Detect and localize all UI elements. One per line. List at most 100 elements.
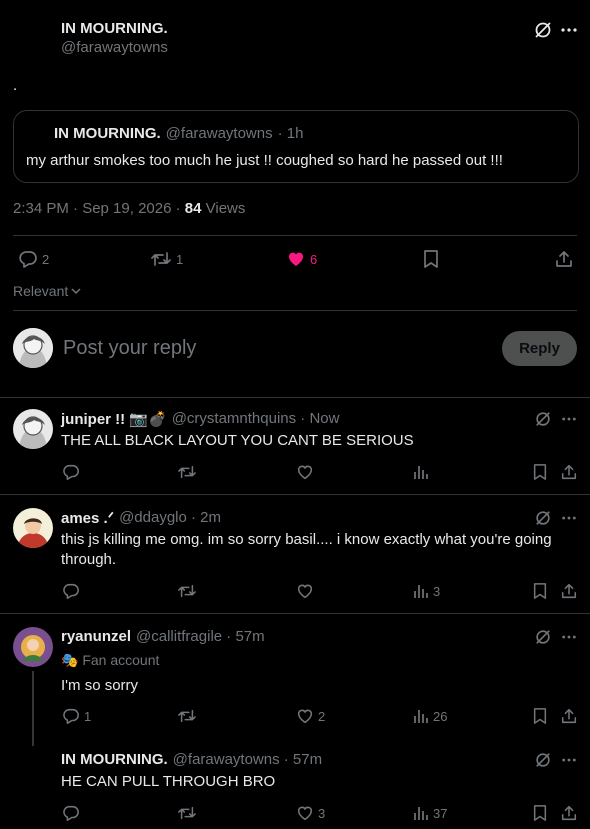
reply-action-bar (0, 463, 590, 485)
reply-text: I'm so sorry (61, 677, 139, 694)
like-button[interactable] (296, 582, 318, 600)
retweet-icon (151, 252, 171, 266)
reply-action-bar: 1 2 26 (0, 707, 590, 729)
reply-icon (63, 583, 79, 599)
grok-icon[interactable] (534, 628, 552, 646)
share-button[interactable] (560, 804, 578, 822)
bookmark-button[interactable] (532, 707, 548, 725)
reply-author-handle[interactable]: @farawaytowns · 57m (173, 751, 322, 768)
more-icon[interactable] (560, 20, 578, 40)
reply-author-name[interactable]: IN MOURNING. (61, 751, 168, 768)
views-button[interactable]: 37 (413, 804, 447, 822)
fan-account-badge: 🎭 Fan account (61, 652, 160, 668)
reply-icon (19, 251, 37, 268)
avatar[interactable] (13, 508, 53, 548)
heart-icon (297, 709, 313, 724)
divider (0, 494, 590, 495)
main-action-bar: 2 1 6 (0, 249, 590, 271)
bookmark-button[interactable] (532, 582, 548, 600)
reply-author-name[interactable]: juniper !! 📷💣 (61, 410, 167, 428)
share-icon (561, 805, 577, 821)
share-button[interactable] (554, 249, 574, 269)
quoted-time: · 1h (277, 125, 304, 142)
reply-author-handle[interactable]: @ddayglo · 2m (119, 509, 221, 527)
bookmark-button[interactable] (532, 804, 548, 822)
views-icon (414, 807, 428, 820)
reply-button[interactable]: 1 (62, 707, 91, 725)
quoted-tweet-card[interactable]: IN MOURNING. @farawaytowns · 1h my arthu… (13, 110, 579, 183)
reply-author-name[interactable]: ames .ᐟ (61, 509, 114, 527)
more-icon[interactable] (561, 509, 577, 527)
avatar[interactable] (13, 627, 53, 667)
views-count: 3 (433, 583, 441, 599)
like-button[interactable]: 6 (286, 249, 317, 269)
divider (0, 613, 590, 614)
timestamp[interactable]: 2:34 PM · Sep 19, 2026 · (13, 200, 185, 217)
reply-button[interactable] (62, 582, 84, 600)
reply-header: IN MOURNING. @farawaytowns · 57m (61, 751, 322, 768)
reply-action-bar: 3 (0, 582, 590, 604)
retweet-icon (178, 806, 196, 820)
views-button[interactable]: 3 (413, 582, 440, 600)
avatar[interactable] (13, 409, 53, 449)
main-tweet-text: . (13, 77, 18, 94)
share-button[interactable] (560, 707, 578, 725)
more-icon[interactable] (561, 410, 577, 428)
reply-input[interactable]: Post your reply (63, 337, 196, 360)
bookmark-button[interactable] (532, 463, 548, 481)
like-button[interactable]: 2 (296, 707, 325, 725)
sort-dropdown[interactable]: Relevant (13, 283, 82, 299)
quoted-author-name: IN MOURNING. (54, 125, 161, 142)
views-count: 84 (184, 200, 202, 217)
retweet-button[interactable] (177, 582, 201, 600)
share-button[interactable] (560, 463, 578, 481)
views-count: 26 (433, 708, 448, 724)
reply-count: 2 (42, 251, 50, 267)
reply-icon (63, 708, 79, 724)
reply-author-handle[interactable]: @callitfragile · 57m (136, 628, 265, 645)
reply-text: HE CAN PULL THROUGH BRO (61, 773, 276, 790)
share-icon (556, 251, 572, 267)
more-icon[interactable] (561, 751, 577, 769)
reply-button[interactable]: 2 (18, 249, 49, 269)
author-name[interactable]: IN MOURNING. (61, 20, 168, 37)
more-icon[interactable] (561, 628, 577, 646)
views-button[interactable] (413, 463, 433, 481)
retweet-button[interactable] (177, 463, 201, 481)
author-handle[interactable]: @farawaytowns (61, 39, 168, 56)
divider (13, 310, 577, 311)
heart-icon (288, 252, 304, 266)
reply-text: this js killing me omg. im so sorry basi… (61, 531, 552, 568)
share-button[interactable] (560, 582, 578, 600)
reply-author-handle[interactable]: @crystamnthquins · Now (172, 410, 340, 428)
main-tweet-author[interactable]: IN MOURNING. @farawaytowns (61, 20, 168, 56)
like-count: 2 (318, 708, 326, 724)
reply-button[interactable] (62, 804, 84, 822)
heart-icon (297, 584, 313, 599)
like-button[interactable] (296, 463, 318, 481)
reply-submit-button[interactable]: Reply (502, 331, 577, 366)
share-icon (561, 583, 577, 599)
retweet-button[interactable] (177, 804, 201, 822)
grok-icon[interactable] (533, 20, 553, 40)
reply-header: ryanunzel @callitfragile · 57m (61, 628, 265, 645)
retweet-icon (178, 584, 196, 598)
share-icon (561, 464, 577, 480)
retweet-button[interactable] (177, 707, 201, 725)
retweet-icon (178, 465, 196, 479)
divider (0, 397, 590, 398)
avatar[interactable] (13, 328, 53, 368)
reply-author-name[interactable]: ryanunzel (61, 628, 131, 645)
reply-count: 1 (84, 708, 92, 724)
grok-icon[interactable] (534, 509, 552, 527)
quoted-author-handle: @farawaytowns (165, 125, 273, 142)
views-button[interactable]: 26 (413, 707, 447, 725)
bookmark-icon (533, 464, 547, 480)
reply-button[interactable] (62, 463, 84, 481)
reply-action-bar: 3 37 (0, 804, 590, 826)
grok-icon[interactable] (534, 751, 552, 769)
retweet-button[interactable]: 1 (150, 249, 183, 269)
like-button[interactable]: 3 (296, 804, 325, 822)
grok-icon[interactable] (534, 410, 552, 428)
bookmark-button[interactable] (422, 249, 440, 269)
